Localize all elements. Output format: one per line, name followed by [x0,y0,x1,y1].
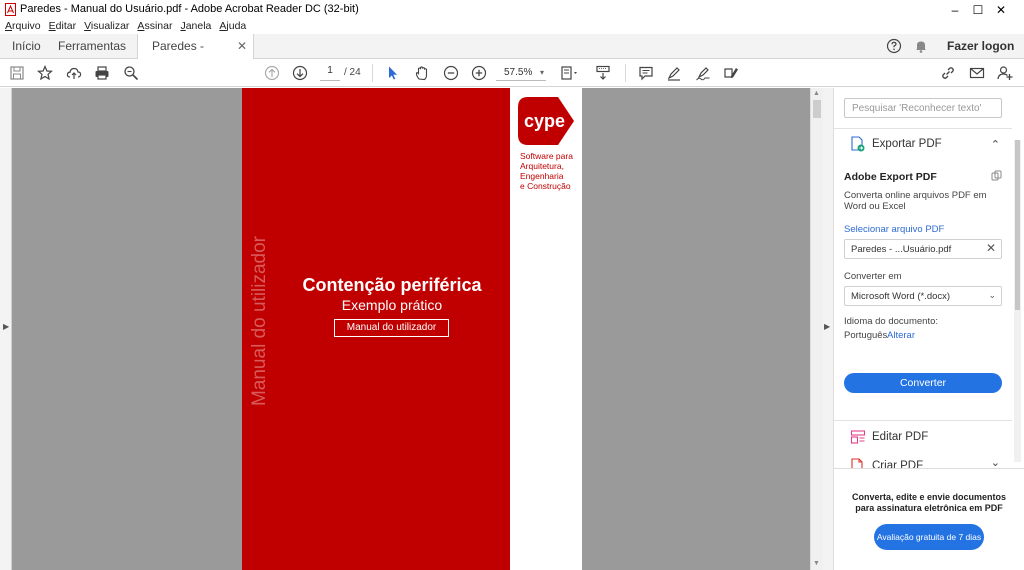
tab-bar: Início Ferramentas Paredes - Manual d...… [0,34,1024,78]
create-pdf-item[interactable]: Criar PDF ⌄ [834,452,1012,468]
comment-icon[interactable] [637,64,655,82]
highlight-pen-icon[interactable] [665,64,683,82]
manual-label-box: Manual do utilizador [334,319,449,337]
print-icon[interactable] [93,64,111,82]
language-label: Idioma do documento: [844,316,939,327]
acrobat-icon [5,3,16,16]
left-pane-toggle[interactable]: ▶ [0,88,12,570]
convert-to-label: Converter em [844,271,902,282]
zoom-dropdown-icon: ▾ [539,68,544,77]
page-total: / 24 [344,67,361,78]
menu-arquivo[interactable]: Arquivo [5,19,41,34]
clear-file-icon[interactable]: ✕ [986,242,996,254]
tab-document[interactable]: Paredes - Manual d... ✕ [137,34,254,78]
free-trial-button[interactable]: Avaliação gratuita de 7 dias [874,524,984,550]
zoom-level-select[interactable]: 57.5% ▾ [496,65,546,81]
right-pane-toggle[interactable]: ▶ [823,88,834,570]
menu-bar: Arquivo Editar Visualizar Assinar Janela… [0,19,1024,34]
collapse-chevron-icon[interactable]: ⌃ [991,138,1000,151]
pdf-page: cype Software para Arquitetura, Engenhar… [242,88,582,570]
add-user-icon[interactable] [996,64,1014,82]
edit-pdf-icon [850,430,866,444]
chevron-down-icon: ⌄ [988,290,996,300]
change-language-link[interactable]: Alterar [887,330,915,341]
panel-scroll-thumb[interactable] [1015,140,1020,310]
cype-logo: cype [518,97,574,145]
panel-scrollbar[interactable] [1014,140,1021,462]
fill-sign-icon[interactable] [722,64,740,82]
convert-button[interactable]: Converter [844,373,1002,393]
tools-panel: Pesquisar 'Reconhecer texto' Exportar PD… [834,88,1024,570]
email-icon[interactable] [968,64,986,82]
export-description: Word ou Excel [844,201,906,212]
selected-file-field: Paredes - ...Usuário.pdf ✕ [844,239,1002,259]
notifications-bell-icon[interactable] [913,38,929,54]
scroll-mode-icon[interactable] [594,64,612,82]
create-pdf-icon [851,458,863,468]
export-pdf-icon [851,136,865,152]
login-button[interactable]: Fazer logon [947,34,1014,59]
vertical-cover-text: Manual do utilizador [249,235,270,407]
panel-divider [834,128,1012,129]
copy-link-icon[interactable] [991,170,1003,182]
promo-text: Converta, edite e envie documentos para … [851,492,1007,513]
fit-page-icon[interactable] [558,64,582,82]
toolbar-divider [625,64,626,82]
next-page-icon[interactable] [291,64,309,82]
adobe-export-heading: Adobe Export PDF [844,171,937,183]
edit-pdf-item[interactable]: Editar PDF [834,423,1012,455]
draw-signature-icon[interactable] [694,64,712,82]
tab-home[interactable]: Início [2,34,51,59]
document-subtitle: Exemplo prático [341,297,443,313]
menu-janela[interactable]: Janela [180,19,211,34]
zoom-out-icon[interactable] [442,64,460,82]
bookmark-star-icon[interactable] [36,64,54,82]
scroll-up-icon[interactable]: ▲ [813,90,820,97]
zoom-search-icon[interactable] [122,64,140,82]
select-cursor-icon[interactable] [384,64,402,82]
tab-tools[interactable]: Ferramentas [48,34,136,59]
svg-text:cype: cype [524,111,565,131]
language-value: Português [844,330,888,341]
promo-area: Converta, edite e envie documentos para … [834,468,1024,570]
export-description: Converta online arquivos PDF em [844,190,987,201]
toolbar: 1 / 24 57.5% ▾ [0,59,1024,87]
panel-divider [834,420,1012,421]
save-icon[interactable] [8,64,26,82]
window-title: Paredes - Manual do Usuário.pdf - Adobe … [20,3,359,15]
select-file-link[interactable]: Selecionar arquivo PDF [844,224,944,235]
menu-ajuda[interactable]: Ajuda [219,19,246,34]
scroll-down-icon[interactable]: ▼ [813,560,820,567]
menu-editar[interactable]: Editar [49,19,76,34]
page-number-input[interactable]: 1 [320,65,340,81]
hand-tool-icon[interactable] [413,64,431,82]
cype-tagline: Software para Arquitetura, Engenharia e … [520,151,573,191]
document-scrollbar[interactable]: ▲ ▼ [810,88,823,570]
expand-left-icon: ▶ [3,322,10,331]
chevron-down-icon[interactable]: ⌄ [991,456,1000,468]
menu-assinar[interactable]: Assinar [137,19,172,34]
help-icon[interactable] [886,38,902,54]
previous-page-icon[interactable] [263,64,281,82]
document-title: Contenção periférica [302,275,482,295]
menu-visualizar[interactable]: Visualizar [84,19,129,34]
export-pdf-header[interactable]: Exportar PDF ⌃ [834,130,1012,162]
share-link-icon[interactable] [939,64,957,82]
upload-cloud-icon[interactable] [65,64,83,82]
scroll-thumb[interactable] [813,100,821,118]
title-bar: Paredes - Manual do Usuário.pdf - Adobe … [0,0,1024,19]
tab-close-icon[interactable]: ✕ [237,34,247,59]
tools-search-input[interactable]: Pesquisar 'Reconhecer texto' [844,98,1002,118]
collapse-right-icon: ▶ [824,322,831,331]
toolbar-divider [372,64,373,82]
format-select[interactable]: Microsoft Word (*.docx) ⌄ [844,286,1002,306]
document-viewer[interactable]: cype Software para Arquitetura, Engenhar… [12,88,810,570]
zoom-in-icon[interactable] [470,64,488,82]
close-window-button[interactable]: ✕ [978,0,1024,19]
